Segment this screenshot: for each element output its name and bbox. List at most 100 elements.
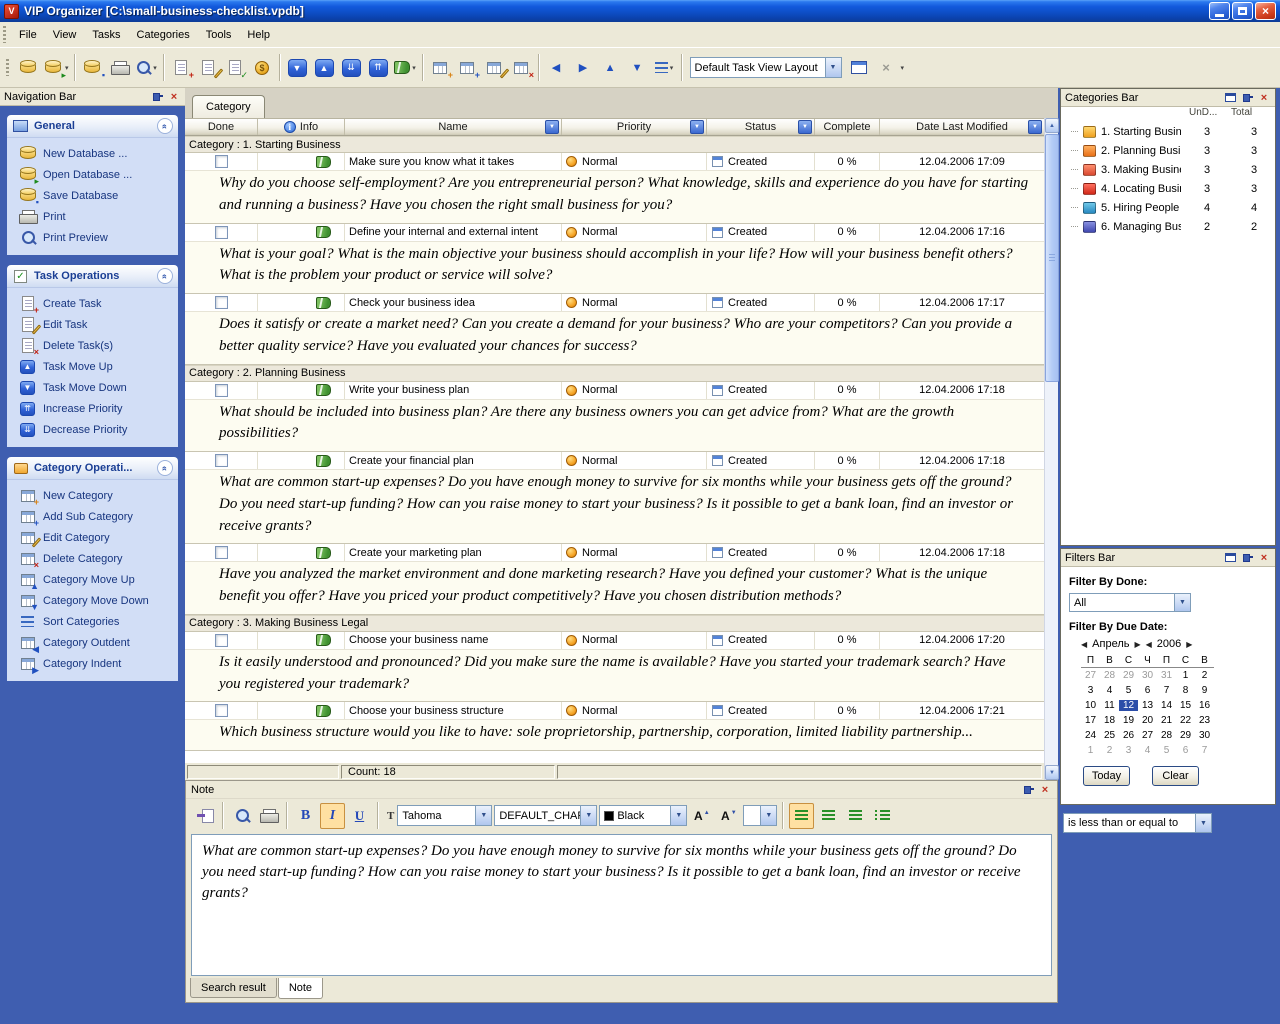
column-header-info[interactable]: iInfo (258, 119, 345, 135)
category-move-up-button[interactable]: ▲ (597, 53, 624, 83)
category-group-header[interactable]: Category : 2. Planning Business (185, 365, 1044, 382)
done-checkbox[interactable] (215, 546, 228, 559)
char-style-select[interactable]: DEFAULT_CHAR▼ (494, 805, 597, 826)
column-header-date-last-modified[interactable]: Date Last Modified▼ (880, 119, 1044, 135)
edit-task-button[interactable] (195, 53, 222, 83)
task-move-down-button[interactable]: ▼ (284, 53, 311, 83)
category-tree-item[interactable]: 4. Locating Busine33 (1061, 179, 1275, 198)
task-view-layout-select[interactable]: Default Task View Layout ▼ (690, 57, 842, 78)
menu-tools[interactable]: Tools (198, 25, 240, 45)
nav-item-edit-task[interactable]: Edit Task (10, 314, 175, 335)
calendar-day[interactable]: 6 (1138, 685, 1157, 696)
calendar-day[interactable]: 2 (1100, 745, 1119, 756)
note-editor[interactable]: What are common start-up expenses? Do yo… (191, 834, 1052, 976)
menu-tasks[interactable]: Tasks (84, 25, 128, 45)
filter-done-select[interactable]: All▼ (1069, 593, 1191, 612)
calendar-day[interactable]: 7 (1157, 685, 1176, 696)
bold-button[interactable]: B (293, 803, 318, 829)
column-header-name[interactable]: Name▼ (345, 119, 562, 135)
calendar-day[interactable]: 8 (1176, 685, 1195, 696)
calendar-day[interactable]: 27 (1081, 670, 1100, 681)
calendar-day[interactable]: 3 (1081, 685, 1100, 696)
tab-category[interactable]: Category (192, 95, 265, 118)
minimize-button[interactable] (1209, 2, 1230, 20)
open-database-button[interactable]: ▸▾ (41, 53, 71, 83)
add-sub-category-button[interactable]: + (454, 53, 481, 83)
nav-group-general-header[interactable]: General « (7, 115, 178, 138)
close-icon[interactable]: × (1257, 551, 1271, 564)
calendar-day[interactable]: 5 (1157, 745, 1176, 756)
calendar-day[interactable]: 4 (1100, 685, 1119, 696)
done-checkbox[interactable] (215, 454, 228, 467)
calendar-day[interactable]: 21 (1157, 715, 1176, 726)
nav-item-category-outdent[interactable]: ◀Category Outdent (10, 632, 175, 653)
chevron-up-icon[interactable]: « (157, 268, 173, 284)
calendar-day[interactable]: 5 (1119, 685, 1138, 696)
task-move-up-button[interactable]: ▲ (311, 53, 338, 83)
task-row[interactable]: Write your business plan Normal Created … (185, 382, 1044, 453)
font-name-select[interactable]: Tahoma▼ (397, 805, 492, 826)
calendar-day[interactable]: 22 (1176, 715, 1195, 726)
today-button[interactable]: Today (1083, 766, 1130, 786)
category-move-down-button[interactable]: ▼ (624, 53, 651, 83)
save-layout-button[interactable] (846, 53, 873, 83)
delete-category-button[interactable]: × (508, 53, 535, 83)
nav-item-open-database[interactable]: ▸Open Database ... (10, 164, 175, 185)
column-header-done[interactable]: Done (185, 119, 258, 135)
done-checkbox[interactable] (215, 704, 228, 717)
underline-button[interactable]: U (347, 803, 372, 829)
calendar-day[interactable]: 9 (1195, 685, 1214, 696)
decrease-font-size-button[interactable]: A▼ (716, 803, 741, 829)
task-row[interactable]: Create your marketing plan Normal Create… (185, 544, 1044, 615)
filter-dropdown-icon[interactable]: ▼ (798, 120, 812, 134)
bullet-list-button[interactable] (870, 803, 895, 829)
filter-dropdown-icon[interactable]: ▼ (690, 120, 704, 134)
window-icon[interactable] (1223, 551, 1237, 564)
calendar-day[interactable]: 2 (1195, 670, 1214, 681)
calendar-day[interactable]: 16 (1195, 700, 1214, 711)
nav-item-new-database[interactable]: New Database ... (10, 143, 175, 164)
category-indent-button[interactable]: ▶ (570, 53, 597, 83)
categories-view-button[interactable]: ▾ (392, 53, 419, 83)
menu-help[interactable]: Help (239, 25, 278, 45)
calendar-day[interactable]: 15 (1176, 700, 1195, 711)
nav-item-category-move-up[interactable]: ▲Category Move Up (10, 569, 175, 590)
close-icon[interactable]: × (1257, 91, 1271, 104)
scrollbar-thumb[interactable] (1045, 134, 1059, 382)
calendar-day[interactable]: 19 (1119, 715, 1138, 726)
pin-icon[interactable] (150, 90, 164, 103)
task-row[interactable]: Define your internal and external intent… (185, 224, 1044, 295)
pin-icon[interactable] (1240, 551, 1254, 564)
pin-icon[interactable] (1021, 783, 1035, 796)
calendar-day[interactable]: 25 (1100, 730, 1119, 741)
category-tree-item[interactable]: 1. Starting Busines33 (1061, 122, 1275, 141)
note-print-preview-button[interactable] (229, 803, 254, 829)
export-note-button[interactable] (192, 803, 217, 829)
calendar-day[interactable]: 20 (1138, 715, 1157, 726)
calendar-day[interactable]: 18 (1100, 715, 1119, 726)
calendar-day[interactable]: 13 (1138, 700, 1157, 711)
task-row[interactable]: Choose your business structure Normal Cr… (185, 702, 1044, 751)
edit-category-button[interactable] (481, 53, 508, 83)
align-left-button[interactable] (789, 803, 814, 829)
task-cost-button[interactable]: $ (249, 53, 276, 83)
done-checkbox[interactable] (215, 296, 228, 309)
save-database-button[interactable]: ▪ (79, 53, 106, 83)
nav-item-edit-category[interactable]: Edit Category (10, 527, 175, 548)
tab-search-result[interactable]: Search result (190, 978, 277, 998)
filter-dropdown-icon[interactable]: ▼ (1028, 120, 1042, 134)
nav-item-delete-category[interactable]: ×Delete Category (10, 548, 175, 569)
calendar-day[interactable]: 17 (1081, 715, 1100, 726)
nav-item-delete-task[interactable]: ×Delete Task(s) (10, 335, 175, 356)
font-size-select[interactable]: ▼ (743, 805, 777, 826)
nav-item-sort-categories[interactable]: Sort Categories (10, 611, 175, 632)
align-center-button[interactable] (816, 803, 841, 829)
nav-item-category-move-down[interactable]: ▼Category Move Down (10, 590, 175, 611)
calendar-day[interactable]: 29 (1176, 730, 1195, 741)
done-checkbox[interactable] (215, 634, 228, 647)
calendar-day[interactable]: 1 (1081, 745, 1100, 756)
nav-item-task-move-down[interactable]: ▼Task Move Down (10, 377, 175, 398)
calendar-day[interactable]: 7 (1195, 745, 1214, 756)
delete-layout-button[interactable]: × (873, 53, 900, 83)
prev-month-icon[interactable]: ◀ (1081, 640, 1087, 649)
